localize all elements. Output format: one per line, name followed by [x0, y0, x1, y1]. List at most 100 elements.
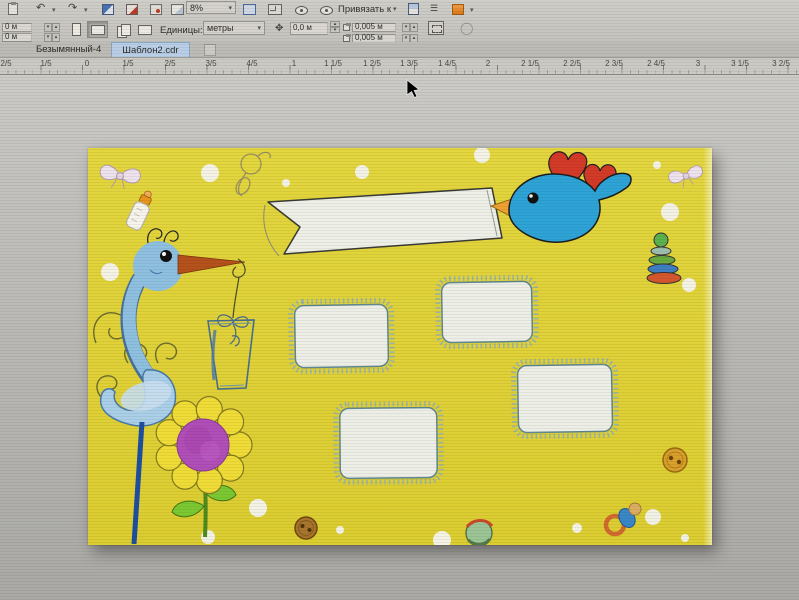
- design-canvas[interactable]: [88, 148, 712, 545]
- nudge-field[interactable]: 0,0 м: [290, 21, 328, 35]
- ruler-tick-label: 1/5: [122, 59, 133, 68]
- show-grid-button[interactable]: [320, 3, 333, 17]
- flower[interactable]: [156, 397, 252, 538]
- zoom-level-combobox[interactable]: 8% ▾: [186, 1, 236, 14]
- undo-icon: ↶: [36, 3, 45, 14]
- launcher-button[interactable]: [452, 2, 464, 16]
- units-label: Единицы:: [160, 23, 203, 37]
- current-page-button[interactable]: [136, 21, 154, 38]
- photo-frame[interactable]: [513, 360, 616, 437]
- show-rulers-button[interactable]: [295, 3, 308, 17]
- page-size-icon: [138, 25, 152, 35]
- portrait-button[interactable]: [68, 21, 84, 38]
- photo-frame[interactable]: [290, 300, 392, 372]
- treat-as-filled-button[interactable]: [428, 21, 444, 35]
- nudge-offset-icon: ✥: [275, 21, 283, 35]
- publish-pdf-button[interactable]: [150, 2, 162, 16]
- zoom-levels-icon: [171, 4, 184, 15]
- zoom-page-icon: [243, 4, 256, 15]
- tab-untitled-document[interactable]: Безымянный-4: [26, 42, 111, 57]
- banner-ribbon[interactable]: [264, 188, 502, 256]
- zoom-levels-button[interactable]: [171, 2, 184, 16]
- export-icon: [126, 4, 138, 15]
- tab-extra-button[interactable]: [204, 44, 216, 56]
- document-icon: [408, 3, 419, 15]
- launcher-icon: [452, 4, 464, 15]
- bow-left[interactable]: [98, 164, 141, 191]
- clipboard-icon: [8, 3, 18, 15]
- rattle-sketch[interactable]: [233, 152, 270, 196]
- stacking-toy[interactable]: [647, 233, 681, 284]
- all-pages-button[interactable]: [114, 21, 132, 38]
- ruler-tick-label: 2/5: [164, 59, 175, 68]
- mouse-cursor: [406, 79, 422, 100]
- document-tabbar: Безымянный-4 Шаблон2.cdr: [0, 42, 799, 58]
- options-button[interactable]: ☰: [430, 1, 438, 15]
- zoom-page-button[interactable]: [243, 2, 256, 16]
- tab-label: Шаблон2.cdr: [122, 45, 178, 56]
- eye-icon: [320, 6, 333, 15]
- ruler-tick-label: 1 1/5: [324, 59, 342, 68]
- baby-bottle[interactable]: [125, 188, 157, 231]
- units-select[interactable]: метры ▾: [203, 21, 265, 35]
- nudge-stepper[interactable]: ▴▾: [330, 21, 340, 35]
- paste-button[interactable]: [8, 2, 18, 16]
- publish-pdf-icon: [150, 4, 162, 15]
- ruler-tick-label: 1 3/5: [400, 59, 418, 68]
- chevron-down-icon: ▾: [228, 4, 232, 12]
- eye-icon: [295, 6, 308, 15]
- application-window: ↶ ▾ ↷ ▾ 8% ▾ Привязать к ▾ ☰ ▾ 0 м ▾▴ 0 …: [0, 0, 799, 600]
- ruler-tick-label: 4/5: [246, 59, 257, 68]
- drawing-workspace[interactable]: [0, 74, 799, 600]
- snap-distance-icon: [343, 24, 350, 31]
- bluebird[interactable]: [491, 152, 631, 242]
- page-height-stepper[interactable]: ▾▴: [44, 33, 60, 42]
- ruler-tick-label: 2/5: [0, 59, 11, 68]
- launcher-dropdown[interactable]: ▾: [468, 3, 474, 17]
- ruler-tick-label: 0: [85, 59, 89, 68]
- ruler-tick-label: 3 2/5: [772, 59, 790, 68]
- landscape-button[interactable]: [87, 21, 108, 38]
- ruler-tick-label: 2 3/5: [605, 59, 623, 68]
- portrait-page-icon: [72, 23, 81, 36]
- ruler-tick-label: 3: [696, 59, 700, 68]
- property-bar: ↶ ▾ ↷ ▾ 8% ▾ Привязать к ▾ ☰ ▾ 0 м ▾▴ 0 …: [0, 0, 799, 43]
- export-button[interactable]: [126, 2, 138, 16]
- tab-template-document[interactable]: Шаблон2.cdr: [111, 42, 189, 57]
- bow-right[interactable]: [667, 164, 705, 190]
- snap-to-dropdown[interactable]: Привязать к ▾: [338, 2, 397, 16]
- fullscreen-preview-button[interactable]: [268, 2, 282, 16]
- ruler-tick-label: 2 4/5: [647, 59, 665, 68]
- undo-dropdown[interactable]: ▾: [50, 3, 56, 17]
- document-page[interactable]: [88, 148, 712, 545]
- undo-button[interactable]: ↶: [36, 1, 45, 15]
- photo-frame[interactable]: [336, 404, 442, 483]
- stepper-up-icon[interactable]: ▴: [52, 33, 60, 42]
- pacifier[interactable]: [606, 503, 641, 534]
- snap-to-label: Привязать к: [338, 4, 391, 15]
- photo-frames: [290, 277, 616, 482]
- stepper-down-icon[interactable]: ▾: [330, 27, 340, 33]
- stepper-down-icon[interactable]: ▾: [44, 33, 52, 42]
- nudge-value[interactable]: 0,0 м: [290, 22, 328, 35]
- hanging-bucket[interactable]: [208, 259, 254, 389]
- chevron-down-icon: ▾: [257, 24, 261, 32]
- ruler-tick-label: 3/5: [205, 59, 216, 68]
- tab-label: Безымянный-4: [36, 44, 101, 55]
- button-orange[interactable]: [663, 448, 687, 472]
- redo-dropdown[interactable]: ▾: [82, 3, 88, 17]
- zoom-level-value: 8%: [190, 3, 203, 13]
- import-icon: [102, 4, 114, 15]
- ruler-tick-label: 1 2/5: [363, 59, 381, 68]
- redo-button[interactable]: ↷: [68, 1, 77, 15]
- page-height-value[interactable]: 0 м: [2, 33, 32, 42]
- photo-frame[interactable]: [437, 277, 536, 347]
- button-brown[interactable]: [295, 517, 317, 539]
- import-button[interactable]: [102, 2, 114, 16]
- ruler-tick-label: 2 1/5: [521, 59, 539, 68]
- ruler-tick-label: 1/5: [40, 59, 51, 68]
- ball[interactable]: [466, 520, 492, 545]
- chevron-down-icon: ▾: [84, 6, 88, 14]
- document-options-button[interactable]: [408, 2, 419, 16]
- horizontal-ruler[interactable]: 2/5 1/5 0 1/5 2/5 3/5 4/5 1 1 1/5 1 2/5 …: [0, 58, 799, 75]
